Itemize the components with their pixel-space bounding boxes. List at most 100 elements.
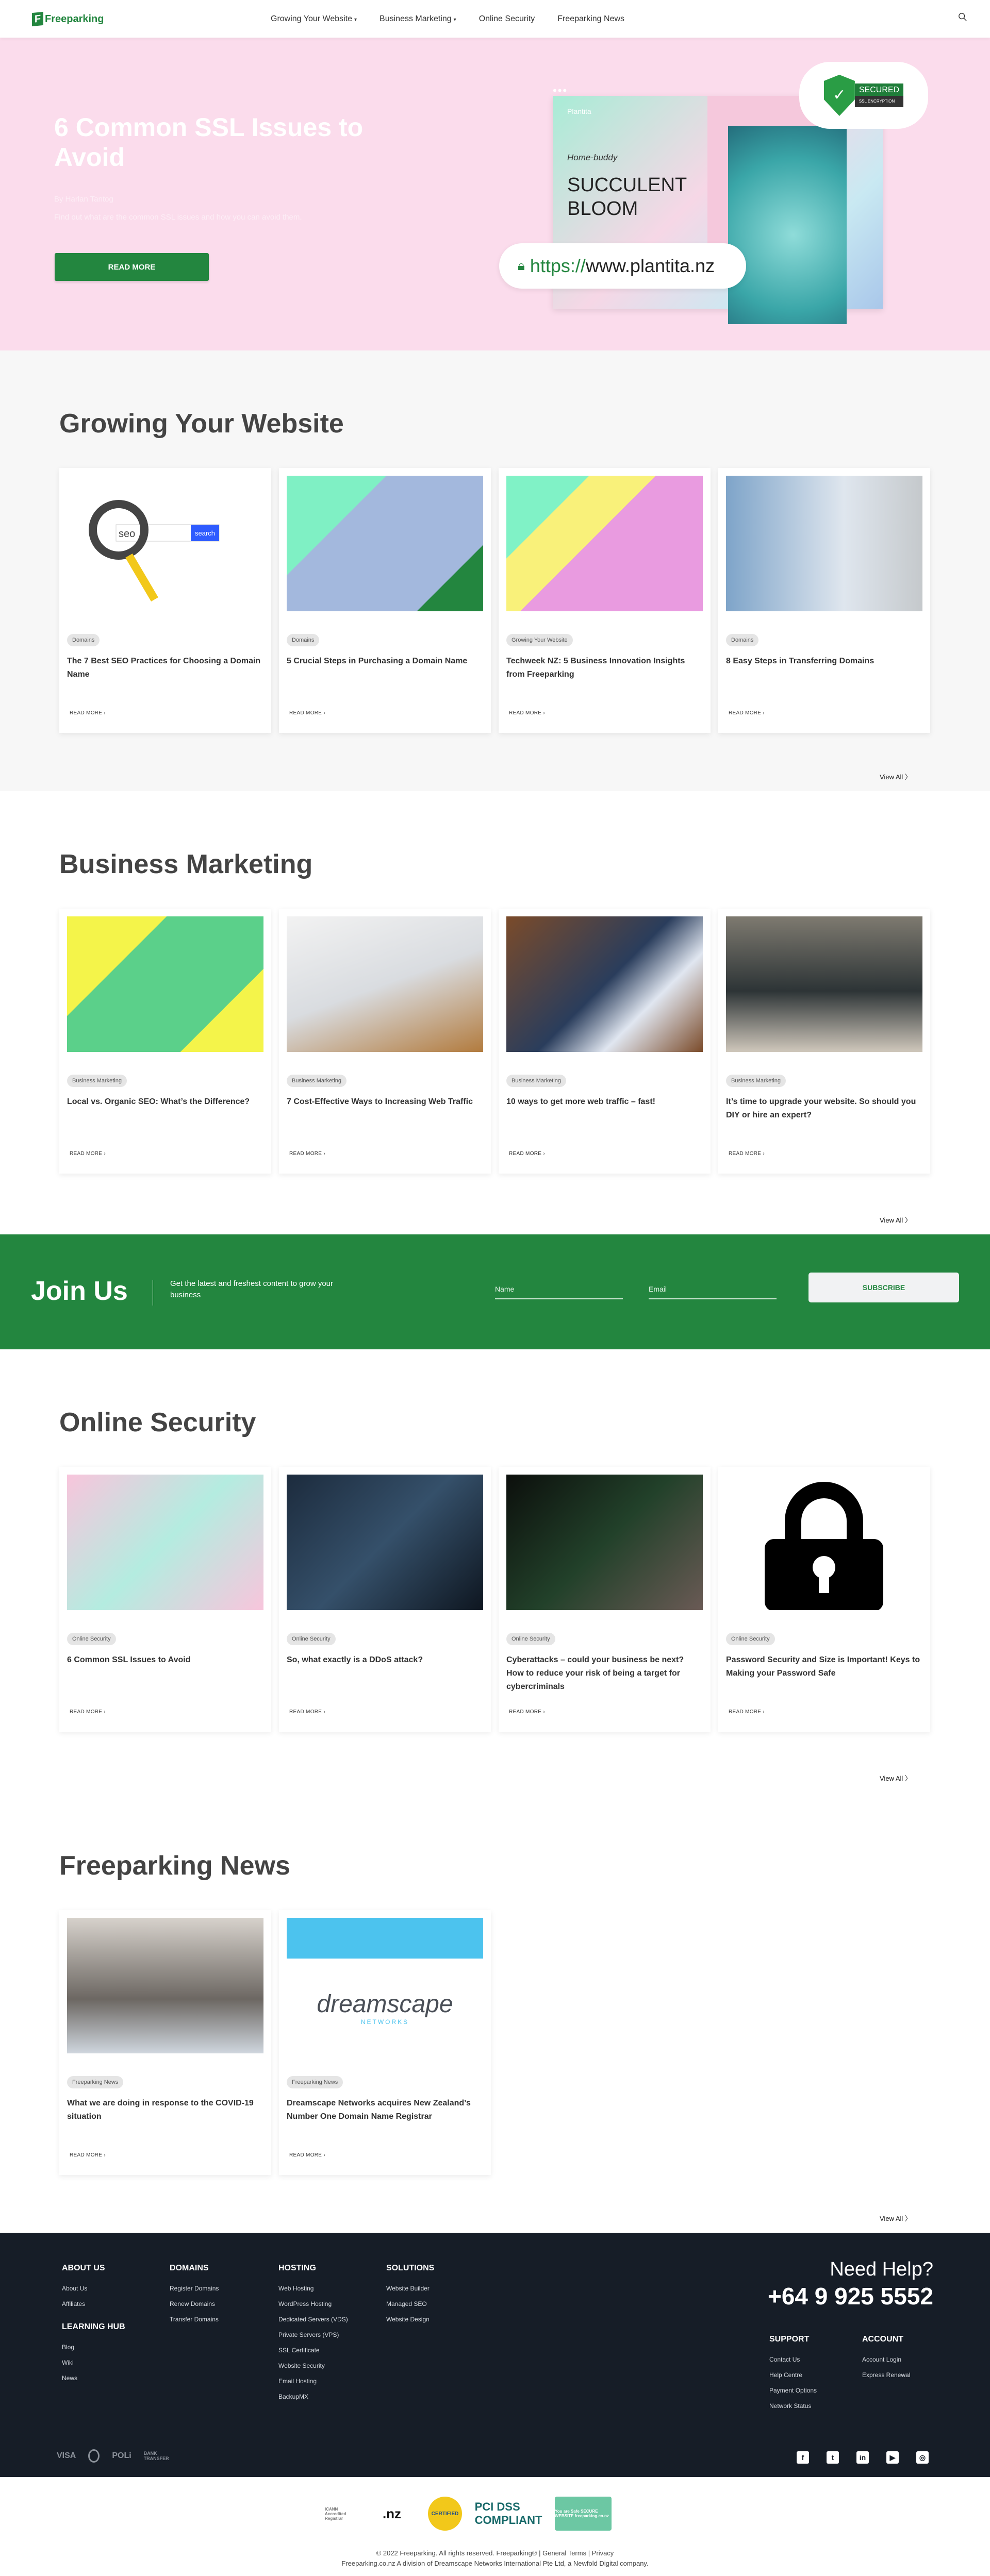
read-more-link[interactable]: READ MORE › bbox=[509, 710, 545, 716]
instagram-icon[interactable]: ◎ bbox=[916, 2451, 929, 2464]
category-tag[interactable]: Business Marketing bbox=[506, 1075, 566, 1087]
article-image[interactable] bbox=[67, 916, 263, 1052]
twitter-icon[interactable]: t bbox=[827, 2451, 839, 2464]
youtube-icon[interactable]: ▶ bbox=[886, 2451, 899, 2464]
subscribe-button[interactable]: SUBSCRIBE bbox=[808, 1273, 959, 1302]
footer-link[interactable]: Private Servers (VPS) bbox=[278, 2331, 348, 2346]
article-image[interactable]: search seo bbox=[67, 476, 263, 611]
nav-item[interactable]: Online Security bbox=[479, 14, 535, 24]
article-title[interactable]: Password Security and Size is Important!… bbox=[726, 1653, 922, 1680]
footer-link[interactable]: Wiki bbox=[62, 2358, 125, 2374]
footer-link[interactable]: Payment Options bbox=[769, 2386, 817, 2402]
category-tag[interactable]: Business Marketing bbox=[287, 1075, 346, 1087]
article-image[interactable] bbox=[287, 916, 483, 1052]
footer-link[interactable]: SSL Certificate bbox=[278, 2346, 348, 2362]
article-card[interactable]: Online Security Cyberattacks – could your… bbox=[499, 1467, 711, 1732]
category-tag[interactable]: Domains bbox=[67, 634, 100, 646]
article-card[interactable]: Freeparking News What we are doing in res… bbox=[59, 1910, 271, 2175]
category-tag[interactable]: Growing Your Website bbox=[506, 634, 573, 646]
article-title[interactable]: So, what exactly is a DDoS attack? bbox=[287, 1653, 483, 1667]
category-tag[interactable]: Online Security bbox=[67, 1633, 116, 1645]
article-image[interactable] bbox=[506, 1475, 703, 1610]
read-more-link[interactable]: READ MORE › bbox=[729, 1151, 765, 1157]
category-tag[interactable]: Freeparking News bbox=[287, 2076, 343, 2088]
article-card[interactable]: Business Marketing Local vs. Organic SEO:… bbox=[59, 909, 271, 1174]
article-title[interactable]: 6 Common SSL Issues to Avoid bbox=[67, 1653, 263, 1667]
read-more-button[interactable]: READ MORE bbox=[55, 253, 209, 281]
article-image[interactable] bbox=[67, 1475, 263, 1610]
article-card[interactable]: Domains 8 Easy Steps in Transferring Doma… bbox=[718, 468, 930, 733]
footer-link[interactable]: Account Login bbox=[862, 2355, 910, 2371]
article-card[interactable]: Domains 5 Crucial Steps in Purchasing a D… bbox=[279, 468, 491, 733]
footer-link[interactable]: WordPress Hosting bbox=[278, 2300, 348, 2315]
article-card[interactable]: Online Security 6 Common SSL Issues to Av… bbox=[59, 1467, 271, 1732]
article-card[interactable]: Business Marketing 7 Cost-Effective Ways … bbox=[279, 909, 491, 1174]
read-more-link[interactable]: READ MORE › bbox=[509, 1709, 545, 1715]
article-image[interactable] bbox=[726, 476, 922, 611]
read-more-link[interactable]: READ MORE › bbox=[729, 710, 765, 716]
article-title[interactable]: What we are doing in response to the COV… bbox=[67, 2097, 263, 2123]
article-image[interactable] bbox=[726, 1475, 922, 1610]
name-input[interactable] bbox=[495, 1284, 623, 1299]
facebook-icon[interactable]: f bbox=[797, 2451, 809, 2464]
nav-item[interactable]: Business Marketing ▾ bbox=[380, 14, 456, 24]
footer-link[interactable]: Website Builder bbox=[386, 2284, 434, 2300]
nav-item[interactable]: Freeparking News bbox=[557, 14, 624, 24]
logo[interactable]: F Freeparking bbox=[32, 11, 104, 27]
footer-link[interactable]: Managed SEO bbox=[386, 2300, 434, 2315]
footer-link[interactable]: Transfer Domains bbox=[170, 2315, 219, 2331]
footer-link[interactable]: Help Centre bbox=[769, 2371, 817, 2386]
footer-link[interactable]: Website Security bbox=[278, 2362, 348, 2377]
read-more-link[interactable]: READ MORE › bbox=[70, 710, 106, 716]
view-all-link[interactable]: View All 〉 bbox=[880, 2213, 912, 2223]
article-card[interactable]: Online Security So, what exactly is a DDo… bbox=[279, 1467, 491, 1732]
article-title[interactable]: 8 Easy Steps in Transferring Domains bbox=[726, 655, 922, 668]
search-icon[interactable] bbox=[958, 12, 967, 22]
read-more-link[interactable]: READ MORE › bbox=[729, 1709, 765, 1715]
read-more-link[interactable]: READ MORE › bbox=[289, 1151, 325, 1157]
article-image[interactable]: dreamscape NETWORKS bbox=[287, 1918, 483, 2053]
footer-link[interactable]: Renew Domains bbox=[170, 2300, 219, 2315]
article-image[interactable] bbox=[506, 916, 703, 1052]
footer-link[interactable]: Express Renewal bbox=[862, 2371, 910, 2386]
footer-link[interactable]: Website Design bbox=[386, 2315, 434, 2331]
nav-item[interactable]: Growing Your Website ▾ bbox=[271, 14, 357, 24]
article-title[interactable]: 5 Crucial Steps in Purchasing a Domain N… bbox=[287, 655, 483, 668]
read-more-link[interactable]: READ MORE › bbox=[70, 1709, 106, 1715]
article-title[interactable]: Techweek NZ: 5 Business Innovation Insig… bbox=[506, 655, 702, 681]
read-more-link[interactable]: READ MORE › bbox=[289, 2152, 325, 2158]
view-all-link[interactable]: View All 〉 bbox=[880, 1773, 912, 1783]
email-input[interactable] bbox=[649, 1284, 777, 1299]
read-more-link[interactable]: READ MORE › bbox=[289, 710, 325, 716]
footer-link[interactable]: Blog bbox=[62, 2343, 125, 2358]
article-card[interactable]: dreamscape NETWORKS Freeparking News Dreams… bbox=[279, 1910, 491, 2175]
article-title[interactable]: 10 ways to get more web traffic – fast! bbox=[506, 1095, 702, 1109]
view-all-link[interactable]: View All 〉 bbox=[880, 1215, 912, 1225]
footer-link[interactable]: Network Status bbox=[769, 2402, 817, 2417]
read-more-link[interactable]: READ MORE › bbox=[289, 1709, 325, 1715]
footer-link[interactable]: Email Hosting bbox=[278, 2377, 348, 2393]
footer-link[interactable]: News bbox=[62, 2374, 125, 2389]
article-title[interactable]: It’s time to upgrade your website. So sh… bbox=[726, 1095, 922, 1122]
category-tag[interactable]: Domains bbox=[287, 634, 320, 646]
category-tag[interactable]: Online Security bbox=[506, 1633, 555, 1645]
category-tag[interactable]: Domains bbox=[726, 634, 759, 646]
article-card[interactable]: Business Marketing 10 ways to get more we… bbox=[499, 909, 711, 1174]
category-tag[interactable]: Freeparking News bbox=[67, 2076, 124, 2088]
footer-link[interactable]: About Us bbox=[62, 2284, 125, 2300]
article-image[interactable] bbox=[506, 476, 703, 611]
footer-link[interactable]: Contact Us bbox=[769, 2355, 817, 2371]
read-more-link[interactable]: READ MORE › bbox=[70, 2152, 106, 2158]
article-card[interactable]: Online Security Password Security and Siz… bbox=[718, 1467, 930, 1732]
view-all-link[interactable]: View All 〉 bbox=[880, 772, 912, 781]
category-tag[interactable]: Online Security bbox=[287, 1633, 336, 1645]
article-image[interactable] bbox=[726, 916, 922, 1052]
article-image[interactable] bbox=[67, 1918, 263, 2053]
read-more-link[interactable]: READ MORE › bbox=[509, 1151, 545, 1157]
footer-link[interactable]: BackupMX bbox=[278, 2393, 348, 2408]
footer-link[interactable]: Dedicated Servers (VDS) bbox=[278, 2315, 348, 2331]
footer-link[interactable]: Web Hosting bbox=[278, 2284, 348, 2300]
article-title[interactable]: Dreamscape Networks acquires New Zealand… bbox=[287, 2097, 483, 2123]
article-title[interactable]: Local vs. Organic SEO: What’s the Differ… bbox=[67, 1095, 263, 1109]
article-card[interactable]: search seo Domains The 7 Best SEO Practices… bbox=[59, 468, 271, 733]
